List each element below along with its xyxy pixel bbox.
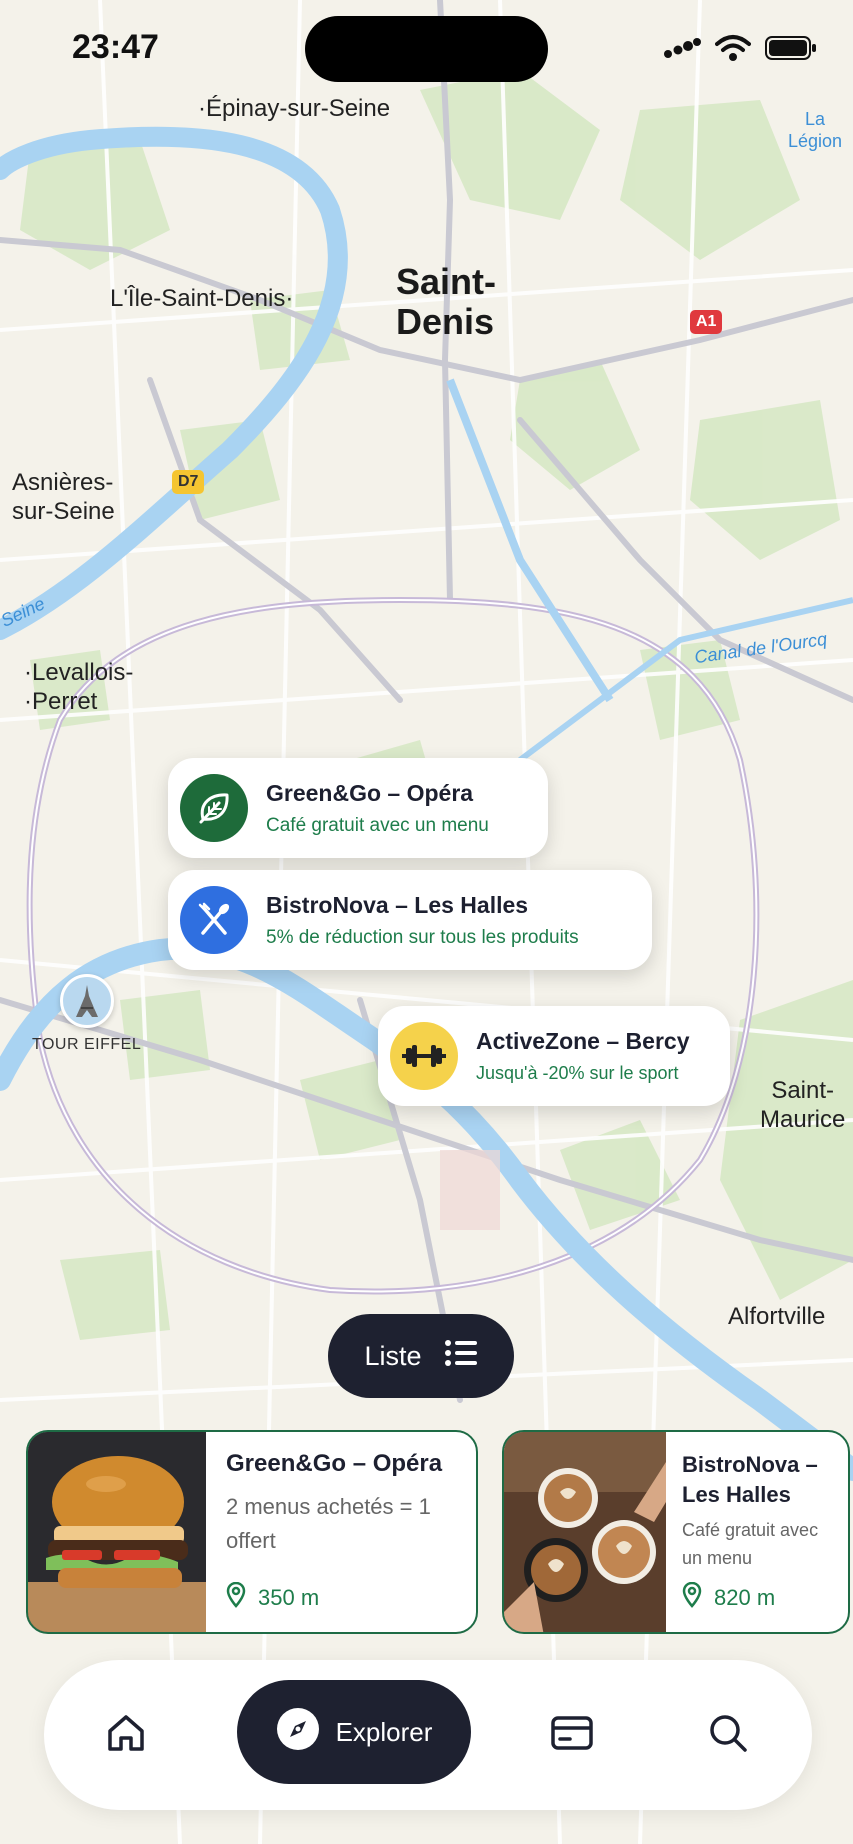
list-button-label: Liste xyxy=(364,1340,422,1371)
map-pin-title: BistroNova – Les Halles xyxy=(266,891,529,918)
map-label-saint-denis: Saint- Denis xyxy=(396,261,497,342)
map-label-ile-saint-denis: L'Île-Saint-Denis· xyxy=(110,285,294,312)
road-badge-a1: A1 xyxy=(690,310,723,334)
coffee-cups-photo xyxy=(504,1432,666,1632)
nav-search-button[interactable] xyxy=(698,1705,758,1765)
map-label-epinay: ·Épinay-sur-Seine xyxy=(198,95,391,122)
status-time: 23:47 xyxy=(72,28,159,66)
signal-icon xyxy=(663,36,701,65)
dumbbell-icon xyxy=(390,1022,458,1090)
location-pin-icon xyxy=(682,1581,702,1614)
map-label-levallois: ·Levallois- ·Perret xyxy=(24,659,134,715)
list-icon xyxy=(444,1339,478,1374)
map-pin-bistronova[interactable]: BistroNova – Les Halles 5% de réduction … xyxy=(168,870,652,970)
map-pin-activezone[interactable]: ActiveZone – Bercy Jusqu'à -20% sur le s… xyxy=(378,1006,730,1106)
utensils-icon xyxy=(180,886,248,954)
map-pin-title: ActiveZone – Bercy xyxy=(476,1028,690,1054)
map-pin-offer: 5% de réduction sur tous les produits xyxy=(266,926,579,948)
leaf-icon xyxy=(180,774,248,842)
map-pin-offer: Jusqu'à -20% sur le sport xyxy=(476,1063,679,1083)
nav-explore-button[interactable]: Explorer xyxy=(237,1680,471,1784)
map-label-tour-eiffel: TOUR EIFFEL xyxy=(32,1036,142,1053)
offer-card-description: Café gratuit avec un menu xyxy=(682,1520,819,1568)
nav-home-button[interactable] xyxy=(96,1705,156,1765)
offer-card-bistronova[interactable]: BistroNova – Les Halles Café gratuit ave… xyxy=(502,1430,850,1634)
offer-card-distance: 350 m xyxy=(226,1581,456,1614)
map-pin-offer: Café gratuit avec un menu xyxy=(266,814,489,836)
offer-card-green-go[interactable]: Green&Go – Opéra 2 menus achetés = 1 off… xyxy=(26,1430,478,1634)
offer-card-title: Green&Go – Opéra xyxy=(226,1450,443,1477)
home-icon xyxy=(105,1712,147,1759)
eiffel-tower-icon[interactable] xyxy=(60,974,114,1028)
dynamic-island xyxy=(305,16,548,82)
nav-wallet-button[interactable] xyxy=(542,1705,602,1765)
map-label-saint-maurice: Saint- Maurice xyxy=(760,1077,846,1133)
offer-card-description: 2 menus achetés = 1 offert xyxy=(226,1494,431,1553)
map-label-alfortville: Alfortville xyxy=(728,1303,826,1330)
search-icon xyxy=(707,1712,749,1759)
road-badge-d7: D7 xyxy=(172,470,205,494)
burger-photo xyxy=(28,1432,206,1632)
offer-card-distance-value: 350 m xyxy=(258,1585,320,1610)
nav-explore-label: Explorer xyxy=(335,1716,433,1747)
explore-icon xyxy=(276,1707,320,1758)
map-pin-green-go[interactable]: Green&Go – Opéra Café gratuit avec un me… xyxy=(168,758,548,858)
battery-icon xyxy=(765,35,817,66)
wallet-icon xyxy=(550,1714,594,1757)
map-pin-title: Green&Go – Opéra xyxy=(266,779,474,806)
map-label-legion: La Légion xyxy=(788,109,843,151)
map-label-asnieres: Asnières- sur-Seine xyxy=(12,469,115,525)
offer-card-distance: 820 m xyxy=(682,1581,832,1614)
status-icons xyxy=(663,34,817,67)
location-pin-icon xyxy=(226,1581,246,1614)
offer-card-title: BistroNova – Les Halles xyxy=(682,1452,818,1507)
list-view-button[interactable]: Liste xyxy=(328,1314,514,1398)
bottom-navigation: Explorer xyxy=(44,1660,812,1810)
wifi-icon xyxy=(715,34,751,67)
offer-card-distance-value: 820 m xyxy=(714,1585,776,1610)
